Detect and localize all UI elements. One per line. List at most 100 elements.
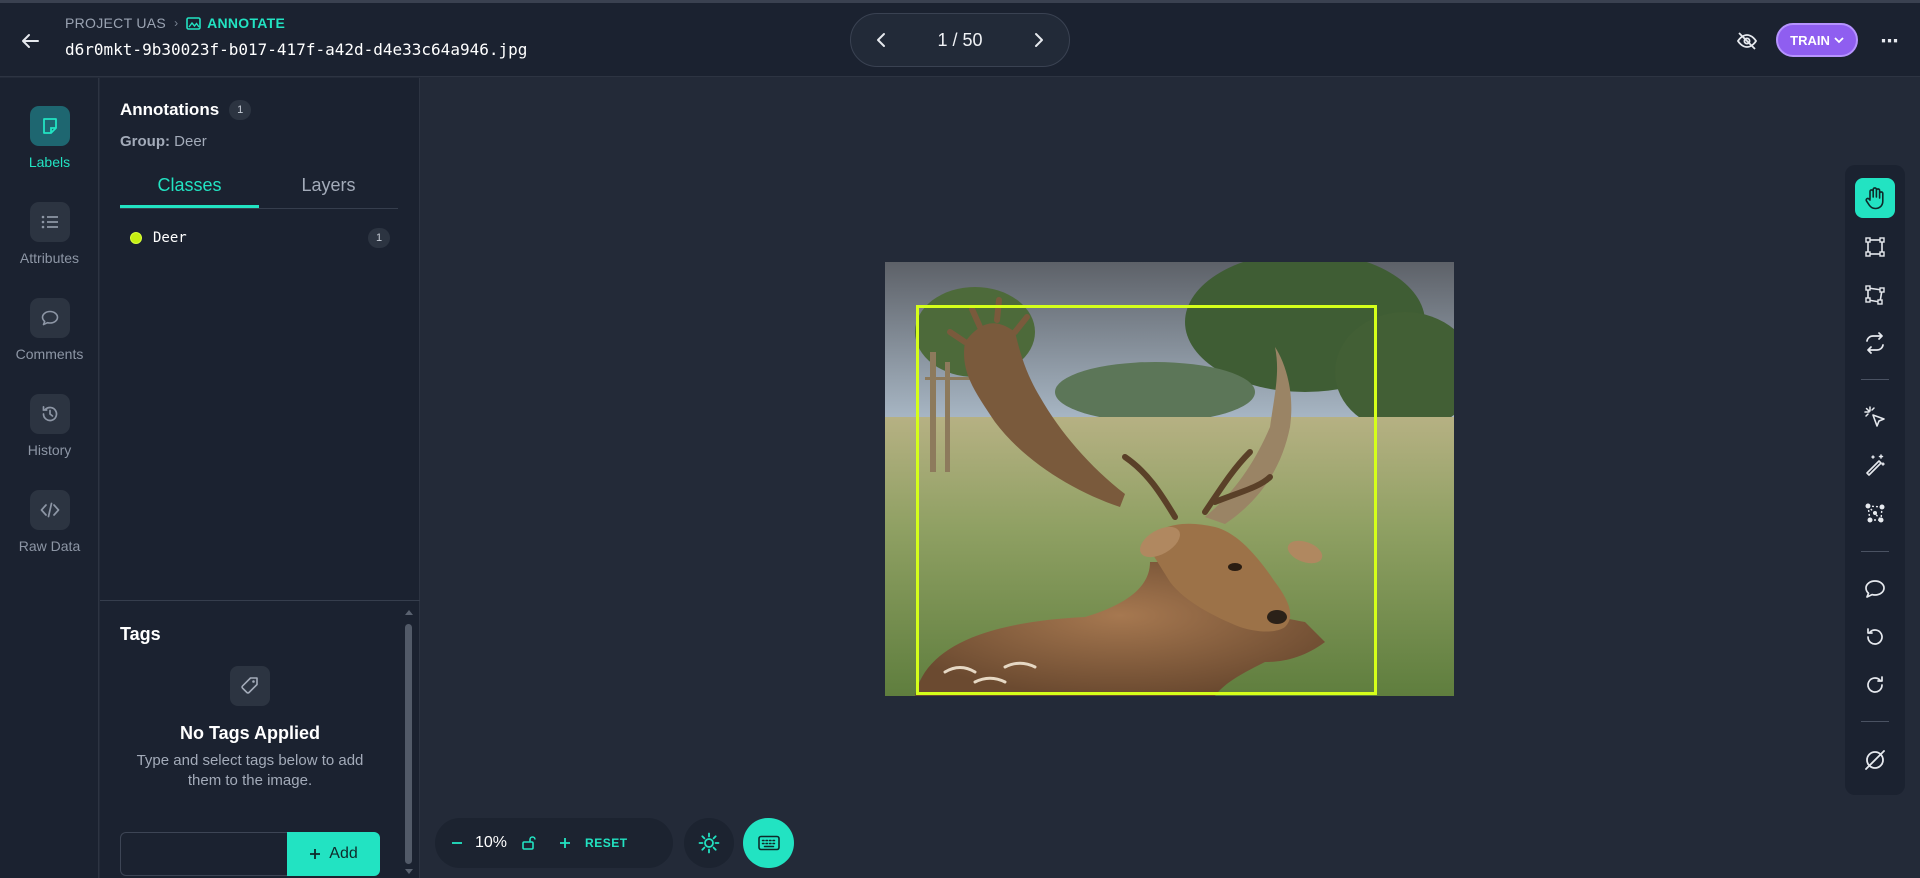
pan-hand-icon [1865,187,1884,210]
label-icon [29,106,70,146]
nav-label: Comments [15,346,84,362]
polygon-icon [1865,285,1885,305]
nav-item-history[interactable]: History [0,394,99,458]
chevron-right-icon: › [174,16,179,30]
arrow-left-icon [22,34,39,48]
tag-input[interactable] [120,832,290,876]
tags-title: Tags [120,624,161,644]
breadcrumb-annotate-label: ANNOTATE [207,15,286,31]
nav-item-raw-data[interactable]: Raw Data [0,490,99,554]
undo-icon [1867,628,1883,645]
image-annotate-icon [186,16,201,30]
zoom-out-button[interactable] [451,828,463,858]
nav-label: Attributes [19,250,80,266]
more-options-button[interactable]: ⋯ [1876,29,1904,53]
divider [100,600,420,601]
add-tag-button[interactable]: Add [287,832,380,876]
plus-icon [560,838,571,848]
magic-wand-tool-button[interactable] [1855,445,1895,485]
more-dots-icon: ⋯ [1880,30,1900,51]
no-tags-description: Type and select tags below to add them t… [136,752,364,789]
zoom-lock-button[interactable] [521,828,537,858]
toggle-visibility-button[interactable] [1734,29,1760,53]
chevron-right-icon [1034,33,1043,47]
group-info: Group: Deer [120,133,207,150]
redo-button[interactable] [1855,665,1895,705]
breadcrumb-annotate: ANNOTATE [186,15,285,31]
class-name: Deer [153,230,187,246]
undo-button[interactable] [1855,617,1895,657]
zoom-in-button[interactable] [559,828,571,858]
plus-icon [310,849,321,859]
nav-label: Raw Data [18,538,81,554]
nav-item-attributes[interactable]: Attributes [0,202,99,266]
tab-classes[interactable]: Classes [120,173,259,208]
bounding-box-icon [1865,237,1885,257]
comment-tool-button[interactable] [1855,569,1895,609]
pager-position: 1 / 50 [937,29,983,50]
toolbar-divider [1861,721,1889,722]
header: PROJECT UAS › ANNOTATE d6r0mkt-9b30023f-… [0,3,1920,77]
magic-select-icon [1864,406,1885,427]
magic-wand-icon [1866,454,1885,476]
next-image-button[interactable] [1027,28,1051,52]
comment-icon [29,298,70,338]
history-icon [29,394,70,434]
train-button[interactable]: TRAIN [1776,23,1858,57]
group-label: Group: [120,133,170,150]
comment-icon [1865,580,1885,598]
code-icon [29,490,70,530]
minus-icon [452,842,462,844]
zoom-controls: 10% RESET [435,818,673,868]
annotations-count-badge: 1 [229,100,252,120]
annotations-title: Annotations [120,100,220,119]
tool-palette [1845,165,1905,795]
breadcrumb-project[interactable]: PROJECT UAS [65,15,166,31]
zoom-level: 10% [475,834,508,851]
breadcrumb: PROJECT UAS › ANNOTATE [65,15,285,31]
train-label: TRAIN [1790,32,1830,48]
no-tags-title: No Tags Applied [179,723,320,743]
chevron-down-icon [1834,36,1844,43]
group-value: Deer [174,133,207,150]
scroll-up-icon [405,610,413,615]
clear-annotations-button[interactable] [1855,740,1895,780]
keypoints-icon [1865,503,1885,523]
file-name: d6r0mkt-9b30023f-b017-417f-a42d-d4e33c64… [65,40,528,59]
class-color-dot [130,232,142,244]
polygon-tool-button[interactable] [1855,275,1895,315]
class-row-deer[interactable]: Deer 1 [130,226,390,250]
redo-icon [1867,676,1883,693]
transform-tool-button[interactable] [1855,323,1895,363]
sun-icon [698,832,720,854]
scroll-down-icon [405,869,413,874]
class-count-badge: 1 [368,228,390,248]
nav-item-labels[interactable]: Labels [0,106,99,170]
reset-zoom-button[interactable]: RESET [585,828,628,858]
nav-label: History [27,442,72,458]
annotations-panel: Annotations 1 Group: Deer Classes Layers… [100,78,420,878]
image-pager: 1 / 50 [850,13,1070,67]
add-label: Add [329,845,358,862]
toolbar-divider [1861,379,1889,380]
list-icon [29,202,70,242]
smart-select-tool-button[interactable] [1855,397,1895,437]
bounding-box-tool-button[interactable] [1855,227,1895,267]
keypoints-tool-button[interactable] [1855,493,1895,533]
tag-icon [230,666,270,706]
nav-item-comments[interactable]: Comments [0,298,99,362]
chevron-left-icon [877,33,885,47]
keyboard-icon [757,835,780,851]
nav-label: Labels [28,154,71,170]
tab-layers[interactable]: Layers [259,173,398,208]
previous-image-button[interactable] [869,28,893,52]
back-button[interactable] [18,29,42,53]
scroll-thumb[interactable] [405,624,412,864]
brightness-button[interactable] [684,818,734,868]
eye-off-icon [1736,32,1758,50]
panel-tabs: Classes Layers [120,173,398,209]
bounding-box-deer[interactable] [916,305,1377,695]
pan-tool-button[interactable] [1855,178,1895,218]
keyboard-shortcuts-button[interactable] [743,818,794,868]
left-nav: Labels Attributes Comments History Raw D… [0,78,99,878]
